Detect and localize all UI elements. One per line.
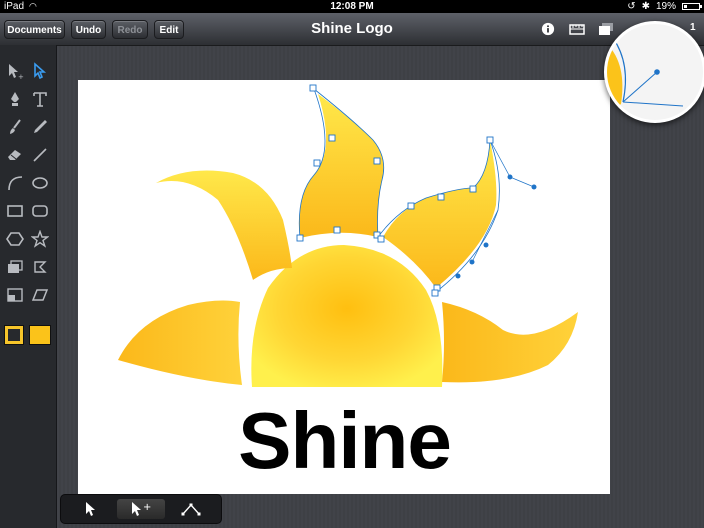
add-select-mode-button[interactable]: + xyxy=(117,499,165,519)
lasso-tool-icon[interactable] xyxy=(29,256,51,278)
rounded-rectangle-icon[interactable] xyxy=(29,200,51,222)
pen-tool-icon[interactable] xyxy=(4,88,26,110)
text-tool-icon[interactable] xyxy=(29,88,51,110)
battery-icon xyxy=(682,3,702,10)
status-bar: iPad ◠ 12:08 PM ↺ ✱ 19% xyxy=(0,0,704,13)
pencil-tool-icon[interactable] xyxy=(29,116,51,138)
magnifier-loupe xyxy=(604,21,704,123)
line-tool-icon[interactable] xyxy=(29,144,51,166)
ray-left-low xyxy=(118,300,242,385)
arrow-plus-icon: + xyxy=(132,502,151,516)
selection-tool-icon[interactable]: + xyxy=(4,60,26,82)
battery-percent: 19% xyxy=(655,1,676,12)
layers-icon[interactable] xyxy=(598,22,614,36)
star-tool-icon[interactable] xyxy=(29,228,51,250)
layer-tool-icon[interactable] xyxy=(4,284,26,306)
rectangle-tool-icon[interactable] xyxy=(4,200,26,222)
ruler-icon[interactable] xyxy=(569,22,585,36)
clock: 12:08 PM xyxy=(330,1,374,12)
node-edit-mode-button[interactable] xyxy=(167,499,215,519)
svg-text:+: + xyxy=(18,73,24,80)
logo-text[interactable]: Shine xyxy=(212,399,477,483)
brush-tool-icon[interactable] xyxy=(4,116,26,138)
selection-mode-bar: + xyxy=(60,494,222,524)
arc-tool-icon[interactable] xyxy=(4,172,26,194)
arrow-cursor-icon xyxy=(86,502,95,516)
info-icon[interactable] xyxy=(540,22,556,36)
hexagon-tool-icon[interactable] xyxy=(4,228,26,250)
direct-selection-icon[interactable] xyxy=(29,60,51,82)
skew-tool-icon[interactable] xyxy=(29,284,51,306)
image-place-icon[interactable] xyxy=(4,256,26,278)
ray-top xyxy=(299,94,384,238)
svg-text:+: + xyxy=(143,502,151,513)
node-path-icon xyxy=(181,503,201,516)
tool-panel: + xyxy=(0,45,57,528)
ray-left-high xyxy=(156,170,292,280)
bluetooth-icon: ✱ xyxy=(641,1,650,12)
eraser-tool-icon[interactable] xyxy=(4,144,26,166)
ellipse-tool-icon[interactable] xyxy=(29,172,51,194)
fill-color-swatch[interactable] xyxy=(30,326,50,344)
select-mode-button[interactable] xyxy=(67,499,115,519)
ray-right-low xyxy=(442,302,578,383)
stroke-color-swatch[interactable] xyxy=(5,326,23,344)
lock-rotation-icon: ↺ xyxy=(627,1,636,12)
partial-button-label[interactable]: 1 xyxy=(690,22,696,33)
app-toolbar: Documents Undo Redo Edit Shine Logo 1 xyxy=(0,13,704,46)
